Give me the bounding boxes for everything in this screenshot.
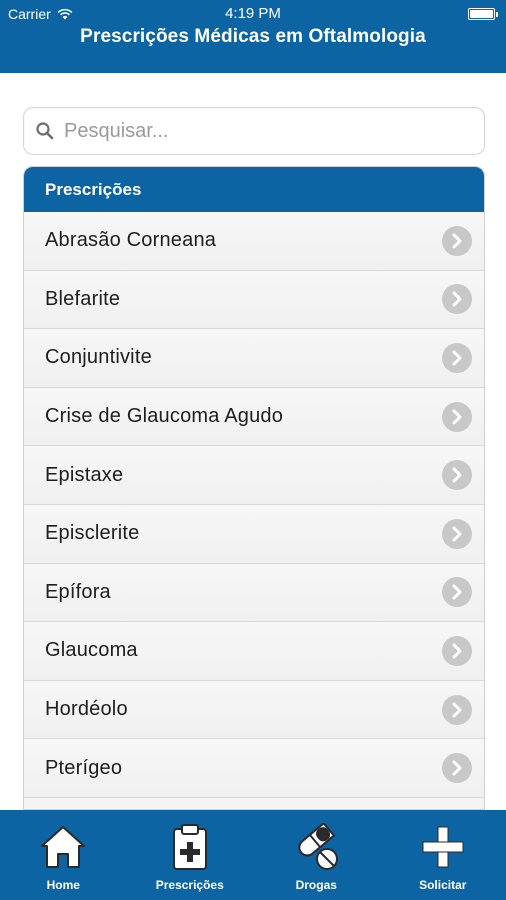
list-item[interactable]: Abrasão Corneana xyxy=(24,212,484,271)
list-item[interactable]: Conjuntivite xyxy=(24,329,484,388)
list-item[interactable]: Hordéolo xyxy=(24,680,484,740)
list-item-label: Pterígeo xyxy=(45,756,123,779)
search-icon xyxy=(36,122,54,140)
chevron-right-icon xyxy=(442,635,472,666)
chevron-right-icon xyxy=(442,225,472,256)
list-section-header: Prescrições xyxy=(24,167,484,212)
pills-icon xyxy=(298,823,339,870)
page-title: Prescrições Médicas em Oftalmologia xyxy=(80,26,426,47)
list-item-label: Epistaxe xyxy=(45,463,124,486)
tab-home[interactable]: Home xyxy=(0,810,127,900)
chevron-right-icon xyxy=(442,284,472,315)
app-header: Carrier 4:19 PM Prescrições Médicas em O… xyxy=(0,0,506,73)
chevron-right-icon xyxy=(442,753,472,784)
search-input[interactable] xyxy=(64,119,464,143)
list-item[interactable]: Glaucoma xyxy=(24,622,484,681)
list-item[interactable]: Episclerite xyxy=(24,504,484,564)
tab-drogas[interactable]: Drogas xyxy=(253,810,380,900)
plus-icon xyxy=(422,826,464,868)
carrier-label: Carrier xyxy=(8,6,51,22)
list-item-label: Conjuntivite xyxy=(45,346,152,369)
chevron-right-icon xyxy=(442,577,472,608)
chevron-right-icon xyxy=(442,518,472,549)
tab-label: Drogas xyxy=(295,878,337,892)
clock: 4:19 PM xyxy=(225,5,281,22)
chevron-right-icon xyxy=(442,694,472,725)
list-item-label: Blefarite xyxy=(45,287,121,310)
home-icon xyxy=(41,826,86,868)
list-item-label: Crise de Glaucoma Agudo xyxy=(45,405,284,428)
list-item-label: Hordéolo xyxy=(45,698,128,721)
chevron-right-icon xyxy=(442,342,472,373)
chevron-right-icon xyxy=(442,401,472,432)
list-item-label: Abrasão Corneana xyxy=(45,229,217,252)
list-item-label: Epífora xyxy=(45,580,111,603)
status-bar: Carrier 4:19 PM xyxy=(0,0,506,28)
list-item[interactable]: Blefarite xyxy=(24,270,484,330)
clipboard-plus-icon xyxy=(172,824,207,870)
tab-prescricoes[interactable]: Prescrições xyxy=(127,810,254,900)
tab-solicitar[interactable]: Solicitar xyxy=(380,810,506,900)
chevron-right-icon xyxy=(442,460,472,491)
search-bar[interactable] xyxy=(23,107,485,155)
list-item-label: Glaucoma xyxy=(45,639,138,662)
tab-label: Prescrições xyxy=(155,878,224,892)
battery-icon xyxy=(468,8,498,20)
wifi-icon xyxy=(57,8,73,20)
list-item[interactable]: Epistaxe xyxy=(24,446,484,505)
list-item-label: Episclerite xyxy=(45,522,140,545)
tab-bar: Home Prescrições Drogas Solicitar xyxy=(0,810,506,900)
list-item[interactable]: Pterígeo xyxy=(24,739,484,798)
list-item[interactable]: Crise de Glaucoma Agudo xyxy=(24,387,484,447)
tab-label: Solicitar xyxy=(419,878,467,892)
list-item[interactable]: Epífora xyxy=(24,563,484,623)
tab-label: Home xyxy=(46,878,80,892)
prescriptions-list: Prescrições Abrasão Corneana Blefarite Con… xyxy=(23,166,485,810)
